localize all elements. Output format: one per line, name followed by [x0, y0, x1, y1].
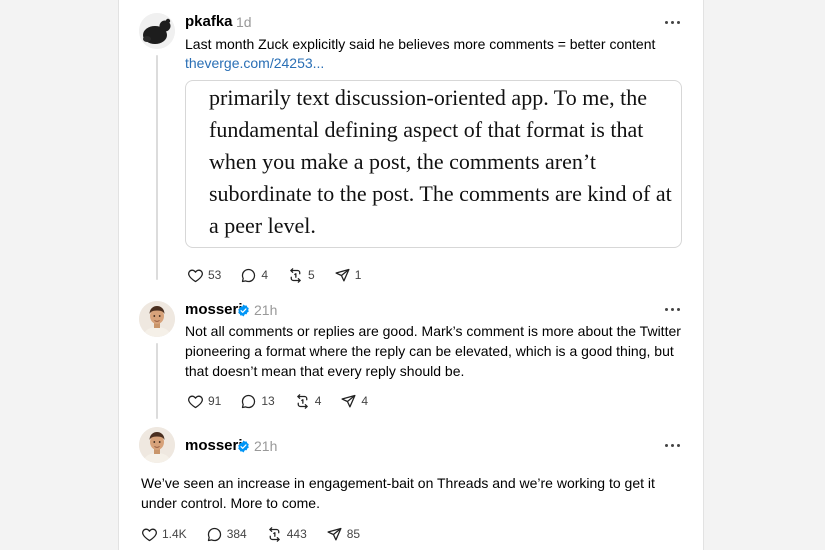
like-button[interactable]: 53 — [187, 267, 221, 284]
reply-button[interactable]: 384 — [206, 526, 247, 543]
like-button[interactable]: 91 — [187, 393, 221, 410]
repost-button[interactable]: 443 — [266, 526, 307, 543]
like-count: 1.4K — [162, 527, 187, 541]
thread-feed: pkafka 1d Last month Zuck explicitly sai… — [118, 0, 704, 550]
timestamp[interactable]: 21h — [254, 302, 277, 318]
heart-icon — [142, 528, 157, 541]
share-button[interactable]: 85 — [326, 526, 360, 543]
more-icon[interactable] — [661, 302, 683, 316]
avatar[interactable] — [139, 13, 175, 49]
heart-icon — [188, 395, 203, 408]
reply-button[interactable]: 4 — [240, 267, 268, 284]
avatar[interactable] — [139, 427, 175, 463]
like-count: 53 — [208, 268, 222, 282]
more-icon[interactable] — [661, 15, 683, 29]
more-icon[interactable] — [661, 438, 683, 452]
share-button[interactable]: 1 — [334, 267, 362, 284]
avatar[interactable] — [139, 301, 175, 337]
username[interactable]: mosseri — [185, 437, 243, 454]
share-button[interactable]: 4 — [340, 393, 368, 410]
repost-icon — [268, 526, 280, 542]
repost-count: 5 — [308, 268, 315, 282]
thread-line — [156, 55, 158, 280]
share-count: 4 — [361, 394, 369, 408]
reply-count: 384 — [226, 527, 247, 541]
verified-icon — [238, 304, 249, 317]
reply-button[interactable]: 13 — [240, 393, 275, 410]
post-text: Last month Zuck explicitly said he belie… — [185, 36, 656, 52]
like-count: 91 — [208, 394, 222, 408]
repost-button[interactable]: 4 — [294, 393, 322, 410]
quote-text: primarily text discussion-oriented app. … — [209, 85, 672, 238]
timestamp[interactable]: 21h — [254, 438, 277, 454]
post-text: We’ve seen an increase in engagement-bai… — [141, 475, 655, 511]
action-bar: 53 4 5 1 — [187, 265, 380, 285]
thread-line — [156, 343, 158, 419]
repost-icon — [296, 393, 308, 409]
share-icon — [327, 527, 342, 540]
action-bar: 91 13 4 4 — [187, 391, 387, 411]
share-icon — [335, 268, 350, 281]
share-icon — [341, 394, 356, 407]
quote-image[interactable]: primarily text discussion-oriented app. … — [185, 80, 682, 248]
username[interactable]: mosseri — [185, 301, 243, 318]
share-count: 1 — [354, 268, 362, 282]
timestamp[interactable]: 1d — [236, 14, 252, 30]
reply-count: 4 — [261, 268, 269, 282]
like-button[interactable]: 1.4K — [141, 526, 187, 543]
repost-count: 443 — [286, 527, 307, 541]
username[interactable]: pkafka — [185, 13, 233, 30]
repost-button[interactable]: 5 — [287, 267, 315, 284]
post-link[interactable]: theverge.com/24253... — [185, 53, 324, 73]
post-text: Not all comments or replies are good. Ma… — [185, 323, 681, 379]
repost-icon — [290, 267, 301, 283]
comment-icon — [242, 394, 256, 408]
repost-count: 4 — [314, 394, 322, 408]
share-count: 85 — [346, 527, 361, 541]
action-bar: 1.4K 384 443 85 — [141, 524, 379, 544]
comment-icon — [242, 268, 256, 282]
comment-icon — [207, 527, 221, 541]
heart-icon — [188, 269, 203, 282]
verified-icon — [238, 440, 249, 453]
reply-count: 13 — [261, 394, 275, 408]
